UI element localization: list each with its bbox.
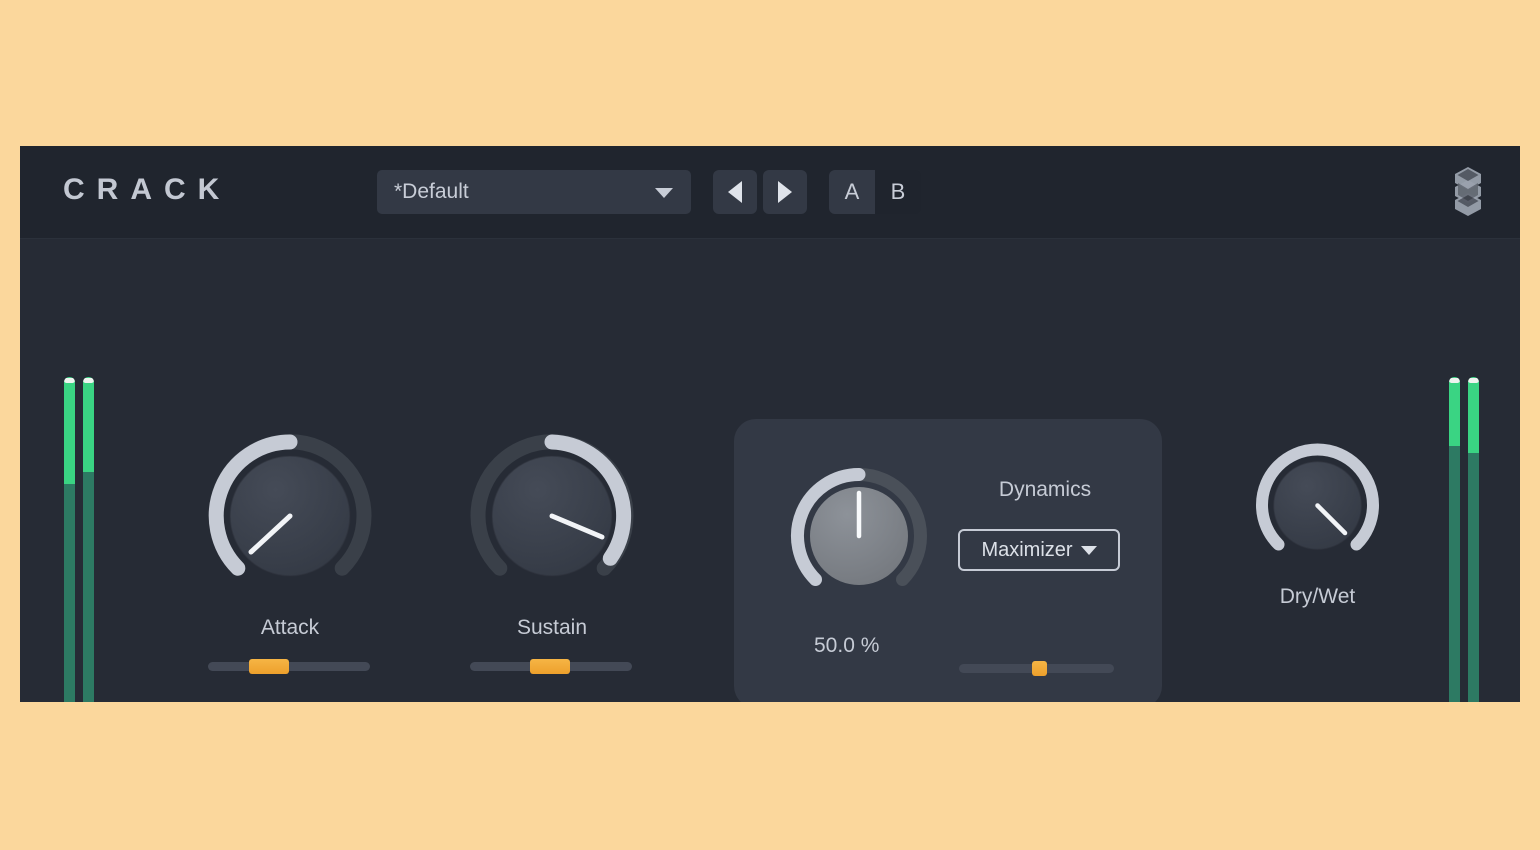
ab-button-b[interactable]: B — [875, 170, 921, 214]
drywet-control-group: Dry/Wet — [1245, 433, 1390, 633]
brand-logo-icon[interactable] — [1452, 166, 1484, 218]
output-meter-left — [1449, 377, 1460, 702]
meter-fill — [64, 377, 75, 484]
prev-preset-button[interactable] — [713, 170, 757, 214]
chevron-down-icon — [655, 188, 673, 198]
input-meter-left — [64, 377, 75, 702]
ab-compare-group: A B — [829, 170, 921, 214]
meter-peak-indicator — [64, 378, 75, 383]
attack-knob[interactable] — [195, 421, 385, 616]
dynamics-title: Dynamics — [998, 478, 1092, 501]
plugin-logo-text: CRACK — [63, 173, 232, 206]
triangle-right-icon — [778, 181, 792, 203]
attack-control-group: Attack — [195, 421, 385, 674]
sustain-label: Sustain — [516, 616, 588, 639]
meter-fill — [1449, 377, 1460, 446]
chevron-down-icon — [1080, 545, 1097, 555]
input-meter-right — [83, 377, 94, 702]
next-preset-button[interactable] — [763, 170, 807, 214]
attack-label: Attack — [260, 616, 320, 639]
dynamics-slider-marker[interactable] — [1031, 661, 1047, 676]
dynamics-slider[interactable] — [959, 661, 1114, 676]
meter-peak-indicator — [1468, 378, 1479, 383]
meter-peak-indicator — [1449, 378, 1460, 383]
drywet-knob[interactable] — [1245, 433, 1390, 583]
plugin-header: CRACK *Default A B — [20, 146, 1520, 239]
dynamics-value: 50.0 % — [814, 634, 880, 657]
dynamics-panel: 50.0 % Dynamics Maximizer — [734, 419, 1162, 702]
ab-button-a[interactable]: A — [829, 170, 875, 214]
output-meter-right — [1468, 377, 1479, 702]
sustain-knob[interactable] — [457, 421, 647, 616]
attack-slider[interactable] — [208, 659, 370, 674]
drywet-label: Dry/Wet — [1279, 585, 1356, 608]
sustain-slider[interactable] — [470, 659, 632, 674]
plugin-window: CRACK *Default A B Attack Sustain 50.0 %… — [20, 146, 1520, 702]
meter-peak-indicator — [83, 378, 94, 383]
sustain-control-group: Sustain — [457, 421, 647, 674]
dynamics-mode-label: Maximizer — [981, 538, 1073, 561]
dynamics-knob[interactable] — [779, 456, 939, 616]
meter-fill — [1468, 377, 1479, 454]
preset-selector[interactable]: *Default — [377, 170, 691, 214]
attack-slider-fill[interactable] — [248, 659, 289, 674]
dynamics-mode-dropdown[interactable]: Maximizer — [958, 529, 1120, 571]
meter-fill — [83, 377, 94, 473]
triangle-left-icon — [728, 181, 742, 203]
plugin-body: Attack Sustain 50.0 % Dynamics Maximizer… — [20, 238, 1520, 702]
preset-name-label: *Default — [394, 180, 469, 203]
sustain-slider-fill[interactable] — [529, 659, 571, 674]
